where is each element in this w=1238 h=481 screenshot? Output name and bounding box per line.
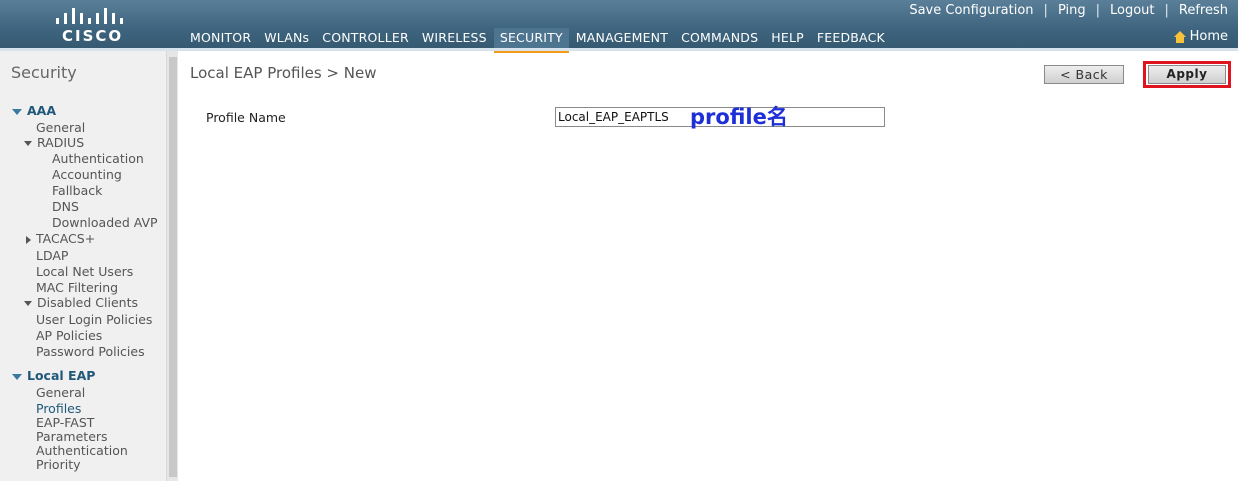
save-configuration-link[interactable]: Save Configuration [909,3,1033,18]
logout-link[interactable]: Logout [1110,3,1155,18]
expanded-arrow-icon [12,108,22,115]
sidebar-section-local-eap[interactable]: Local EAP [12,368,95,383]
main-nav: MONITOR WLANs CONTROLLER WIRELESS SECURI… [184,28,892,53]
sidebar-item-local-eap-general[interactable]: General [36,385,85,400]
scrollbar-thumb[interactable] [169,57,177,477]
annotation-text: profile名 [690,105,788,129]
sidebar-item-local-net-users[interactable]: Local Net Users [36,264,133,279]
nav-help[interactable]: HELP [765,28,810,50]
sidebar-item-radius-accounting[interactable]: Accounting [52,167,122,182]
nav-wireless[interactable]: WIRELESS [416,28,493,50]
expanded-arrow-icon [24,141,32,146]
cisco-logo: CISCO [52,6,132,46]
back-button[interactable]: < Back [1044,65,1124,84]
header-divider [0,48,1238,51]
sidebar-title: Security [11,63,77,82]
sidebar-item-radius-fallback[interactable]: Fallback [52,183,102,198]
sidebar-item-aaa-general[interactable]: General [36,120,85,135]
nav-commands[interactable]: COMMANDS [675,28,764,50]
expanded-arrow-icon [12,373,22,380]
sidebar-scrollbar[interactable] [166,51,178,481]
sidebar-item-ap-policies[interactable]: AP Policies [36,328,102,343]
refresh-link[interactable]: Refresh [1179,3,1228,18]
nav-controller[interactable]: CONTROLLER [316,28,415,50]
sidebar-section-aaa[interactable]: AAA [12,103,56,118]
collapsed-arrow-icon [26,235,31,244]
nav-security[interactable]: SECURITY [493,28,569,53]
sidebar-item-eap-fast-parameters[interactable]: EAP-FAST Parameters [36,416,116,444]
sidebar-item-radius-dns[interactable]: DNS [52,199,79,214]
profile-name-label: Profile Name [206,110,286,125]
sidebar-item-ldap[interactable]: LDAP [36,248,68,263]
page-title: Local EAP Profiles > New [190,64,377,82]
sidebar-item-password-policies[interactable]: Password Policies [36,344,145,359]
nav-monitor[interactable]: MONITOR [184,28,257,50]
nav-feedback[interactable]: FEEDBACK [811,28,891,50]
nav-wlans[interactable]: WLANs [258,28,315,50]
top-header: CISCO Save Configuration | Ping | Logout… [0,0,1238,53]
utility-links: Save Configuration | Ping | Logout | Ref… [909,3,1228,18]
sidebar-item-user-login-policies[interactable]: User Login Policies [36,312,152,327]
sidebar-item-radius-authentication[interactable]: Authentication [52,151,144,166]
sidebar-item-radius-downloaded-avp[interactable]: Downloaded AVP [52,215,158,230]
sidebar-item-profiles[interactable]: Profiles [36,401,81,416]
nav-management[interactable]: MANAGEMENT [570,28,674,50]
sidebar-item-tacacs[interactable]: TACACS+ [26,231,95,246]
home-link[interactable]: Home [1173,29,1228,44]
expanded-arrow-icon [24,301,32,306]
home-icon [1173,30,1186,43]
sidebar: Security AAA General RADIUS Authenticati… [0,51,166,481]
apply-button[interactable]: Apply [1148,65,1226,84]
sidebar-item-mac-filtering[interactable]: MAC Filtering [36,280,118,295]
ping-link[interactable]: Ping [1058,3,1086,18]
sidebar-item-radius[interactable]: RADIUS [24,135,84,150]
sidebar-item-disabled-clients[interactable]: Disabled Clients [24,295,138,310]
sidebar-item-authentication-priority[interactable]: Authentication Priority [36,444,136,472]
home-label: Home [1189,29,1228,44]
